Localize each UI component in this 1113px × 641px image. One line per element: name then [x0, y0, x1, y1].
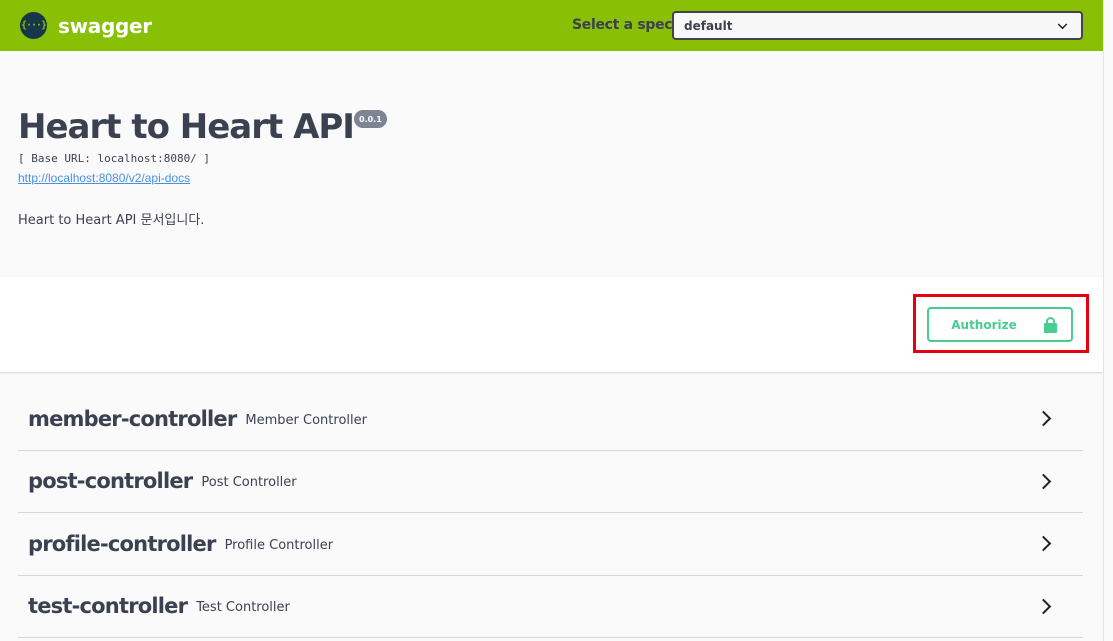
- tag-name: test-controller: [28, 594, 188, 619]
- swagger-logo[interactable]: {···} swagger: [20, 12, 152, 39]
- api-docs-link[interactable]: http://localhost:8080/v2/api-docs: [18, 171, 190, 185]
- tag-name: post-controller: [28, 469, 193, 494]
- tag-description: Profile Controller: [224, 537, 334, 553]
- swagger-logo-text: swagger: [58, 13, 152, 38]
- authorize-label: Authorize: [951, 317, 1017, 332]
- tag-post-controller[interactable]: post-controller Post Controller: [18, 451, 1083, 513]
- chevron-down-icon: [1057, 19, 1068, 30]
- tag-profile-controller[interactable]: profile-controller Profile Controller: [18, 513, 1083, 576]
- tag-name: member-controller: [28, 406, 237, 431]
- chevron-right-icon: [1035, 473, 1052, 489]
- spec-select-value: default: [684, 18, 733, 33]
- version-badge: 0.0.1: [354, 110, 387, 128]
- swagger-logo-icon: {···}: [20, 12, 47, 39]
- page-title: Heart to Heart API: [18, 107, 355, 147]
- api-info: Heart to Heart API 0.0.1 [ Base URL: loc…: [0, 51, 1103, 277]
- tag-name: profile-controller: [28, 531, 216, 556]
- tag-member-controller[interactable]: member-controller Member Controller: [18, 388, 1083, 451]
- lock-icon: [1043, 316, 1057, 333]
- tag-description: Test Controller: [196, 600, 290, 616]
- top-bar: {···} swagger Select a spec default: [0, 0, 1103, 51]
- spec-select[interactable]: default: [672, 11, 1083, 40]
- tag-description: Post Controller: [201, 475, 297, 491]
- chevron-right-icon: [1035, 598, 1052, 614]
- spec-select-label: Select a spec: [572, 17, 673, 33]
- chevron-right-icon: [1035, 410, 1052, 427]
- authorize-button[interactable]: Authorize: [927, 307, 1073, 342]
- tag-test-controller[interactable]: test-controller Test Controller: [18, 576, 1083, 638]
- tag-list: member-controller Member Controller post…: [18, 388, 1083, 638]
- scrollbar[interactable]: [1103, 0, 1113, 641]
- chevron-right-icon: [1035, 535, 1052, 552]
- base-url: [ Base URL: localhost:8080/ ]: [18, 152, 211, 165]
- tag-description: Member Controller: [245, 412, 367, 428]
- api-description: Heart to Heart API 문서입니다.: [18, 213, 205, 228]
